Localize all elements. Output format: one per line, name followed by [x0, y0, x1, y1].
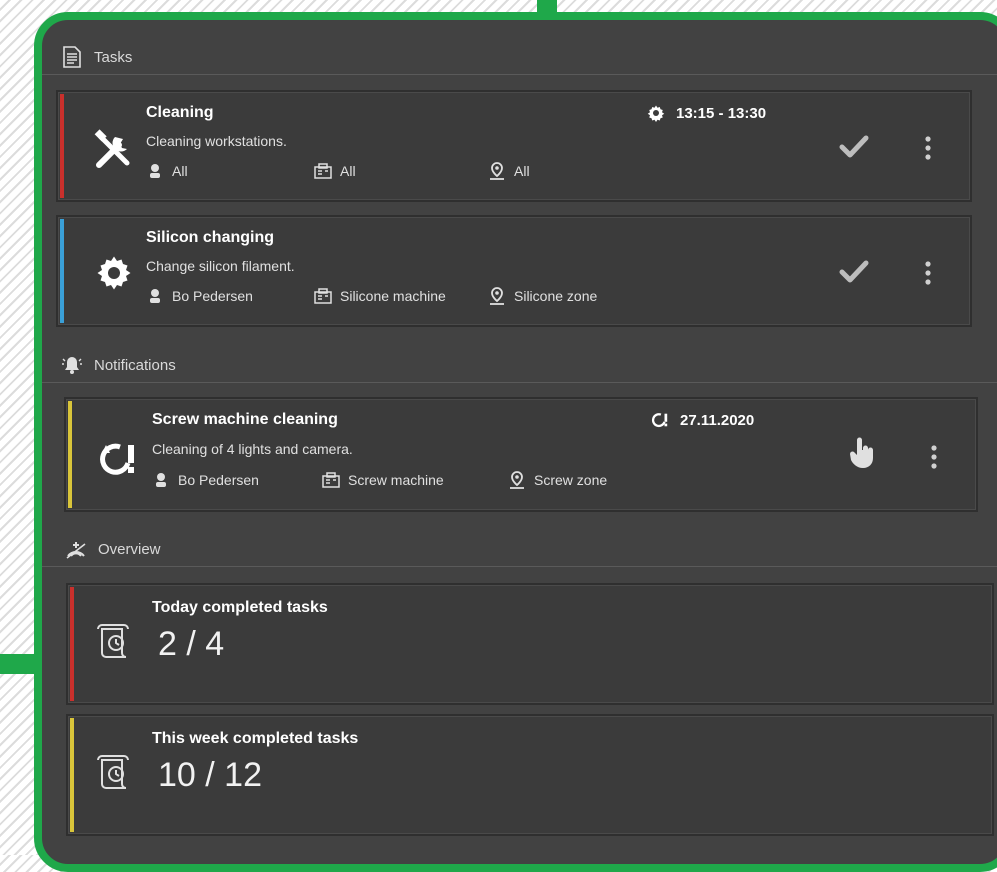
document-icon	[60, 45, 84, 69]
more-options-button[interactable]	[924, 439, 944, 475]
notification-date: 27.11.2020	[650, 410, 754, 430]
task-description: Cleaning workstations.	[146, 133, 287, 149]
notifications-section-header: Notifications	[42, 348, 997, 383]
location-pin-icon	[488, 287, 506, 305]
task-title: Cleaning	[146, 104, 214, 121]
scroll-timer-icon	[94, 752, 138, 796]
acknowledge-hand-button[interactable]	[842, 433, 882, 473]
task-zone: All	[488, 162, 530, 180]
task-accent-blue	[60, 219, 64, 323]
task-zone: Silicone zone	[488, 287, 597, 305]
gear-icon	[92, 251, 136, 295]
task-time: 13:15 - 13:30	[646, 103, 766, 123]
overview-accent-red	[70, 587, 74, 701]
more-options-button[interactable]	[918, 255, 938, 291]
notification-date-label: 27.11.2020	[680, 411, 755, 429]
tasks-section-header: Tasks	[42, 40, 997, 75]
overdue-icon	[650, 410, 670, 430]
overview-label: Today completed tasks	[152, 599, 328, 616]
notification-title: Screw machine cleaning	[152, 411, 338, 428]
notification-machine-label: Screw machine	[348, 472, 444, 488]
more-options-button[interactable]	[918, 130, 938, 166]
location-pin-icon	[508, 471, 526, 489]
task-zone-label: All	[514, 163, 530, 179]
overview-icon	[64, 537, 88, 561]
task-worker: Bo Pedersen	[146, 287, 253, 305]
overdue-icon	[96, 437, 140, 481]
location-pin-icon	[488, 162, 506, 180]
gear-icon	[646, 103, 666, 123]
task-worker-label: Bo Pedersen	[172, 288, 253, 304]
overview-value: 2 / 4	[158, 625, 225, 663]
overview-card-today: Today completed tasks 2 / 4	[66, 583, 994, 705]
task-title: Silicon changing	[146, 229, 275, 246]
task-description: Change silicon filament.	[146, 258, 295, 274]
complete-check-button[interactable]	[834, 126, 874, 166]
notification-worker-label: Bo Pedersen	[178, 472, 259, 488]
task-accent-red	[60, 94, 64, 198]
task-card-cleaning[interactable]: Cleaning Cleaning workstations. All All …	[56, 90, 972, 202]
task-worker: All	[146, 162, 188, 180]
overview-section-title: Overview	[98, 540, 161, 558]
notification-worker: Bo Pedersen	[152, 471, 259, 489]
complete-check-button[interactable]	[834, 251, 874, 291]
worker-icon	[152, 471, 170, 489]
scroll-timer-icon	[94, 621, 138, 665]
machine-icon	[322, 471, 340, 489]
overview-label: This week completed tasks	[152, 730, 359, 747]
notifications-section-title: Notifications	[94, 356, 176, 374]
notification-machine: Screw machine	[322, 471, 444, 489]
notification-zone-label: Screw zone	[534, 472, 608, 488]
machine-icon	[314, 287, 332, 305]
machine-icon	[314, 162, 332, 180]
dashboard-panel: Tasks Cleaning Cleaning workstations. Al…	[34, 12, 997, 872]
tools-icon	[92, 128, 136, 172]
task-machine: All	[314, 162, 356, 180]
overview-section-header: Overview	[42, 532, 997, 567]
notification-card-screw[interactable]: Screw machine cleaning Cleaning of 4 lig…	[64, 397, 978, 512]
task-machine-label: Silicone machine	[340, 288, 446, 304]
bell-ringing-icon	[60, 353, 84, 377]
notification-accent-yellow	[68, 401, 72, 508]
notification-zone: Screw zone	[508, 471, 607, 489]
task-worker-label: All	[172, 163, 188, 179]
task-machine-label: All	[340, 163, 356, 179]
task-card-silicon[interactable]: Silicon changing Change silicon filament…	[56, 215, 972, 327]
task-time-label: 13:15 - 13:30	[676, 104, 767, 122]
worker-icon	[146, 287, 164, 305]
overview-accent-yellow	[70, 718, 74, 832]
tasks-section-title: Tasks	[94, 48, 133, 66]
task-machine: Silicone machine	[314, 287, 446, 305]
worker-icon	[146, 162, 164, 180]
notification-description: Cleaning of 4 lights and camera.	[152, 441, 353, 457]
task-zone-label: Silicone zone	[514, 288, 598, 304]
overview-value: 10 / 12	[158, 756, 262, 794]
overview-card-week: This week completed tasks 10 / 12	[66, 714, 994, 836]
